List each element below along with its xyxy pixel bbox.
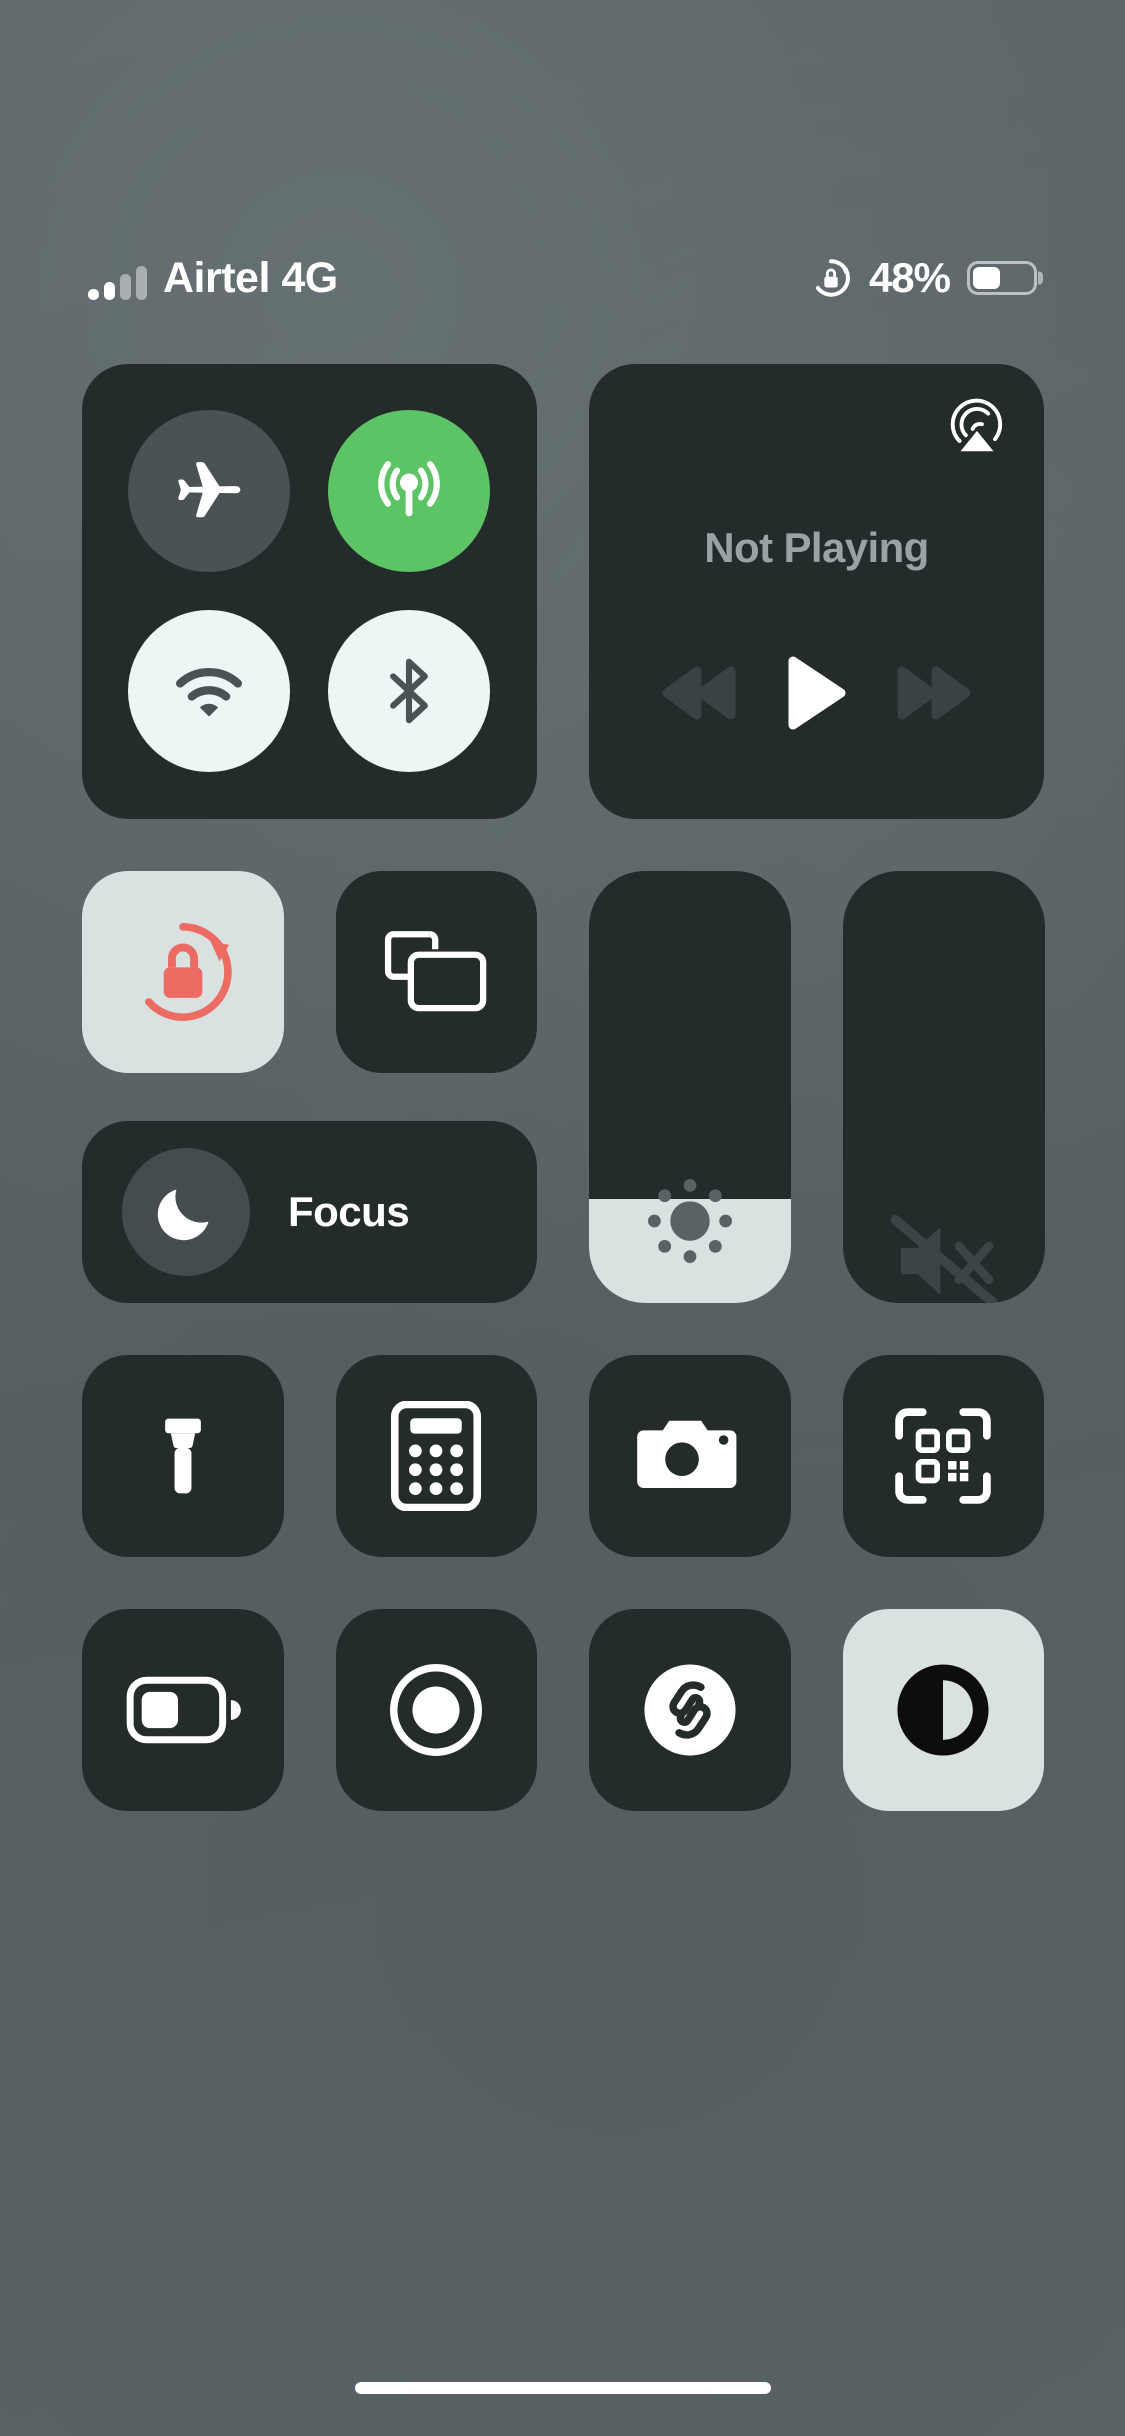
flashlight-icon bbox=[164, 1418, 201, 1494]
home-indicator[interactable] bbox=[354, 2382, 771, 2394]
calculator-button[interactable] bbox=[335, 1355, 537, 1557]
moon-icon bbox=[157, 1189, 209, 1241]
battery-icon bbox=[126, 1676, 241, 1744]
fast-forward-icon[interactable] bbox=[897, 664, 971, 722]
airplay-icon[interactable] bbox=[946, 396, 1008, 458]
shazam-icon bbox=[644, 1664, 736, 1756]
control-center-grid: Not Playing Focus bbox=[82, 364, 1045, 1811]
rotation-lock-icon bbox=[815, 259, 850, 297]
row-2-left-column: Focus bbox=[82, 871, 537, 1303]
bluetooth-toggle[interactable] bbox=[328, 610, 490, 772]
focus-label: Focus bbox=[288, 1188, 410, 1235]
battery-icon bbox=[967, 261, 1037, 295]
wifi-toggle[interactable] bbox=[128, 610, 290, 772]
rotation-lock-icon bbox=[144, 923, 232, 1021]
cellular-data-toggle[interactable] bbox=[328, 410, 490, 572]
calculator-icon bbox=[391, 1401, 482, 1511]
focus-icon-circle bbox=[122, 1148, 250, 1276]
qr-code-icon bbox=[895, 1408, 992, 1504]
status-bar: Airtel 4G 48% bbox=[0, 248, 1125, 308]
low-power-mode-toggle[interactable] bbox=[82, 1609, 284, 1811]
control-center-row-1: Not Playing bbox=[82, 364, 1044, 819]
wifi-icon bbox=[176, 668, 242, 717]
dark-mode-icon bbox=[897, 1664, 989, 1756]
control-center-row-2: Focus bbox=[82, 871, 1045, 1303]
record-icon bbox=[390, 1664, 483, 1756]
connectivity-module[interactable] bbox=[82, 364, 537, 819]
control-center-row-4 bbox=[82, 1609, 1044, 1811]
screen-recording-toggle[interactable] bbox=[335, 1609, 537, 1811]
brightness-slider[interactable] bbox=[589, 871, 791, 1303]
rotation-lock-toggle[interactable] bbox=[82, 871, 284, 1073]
sliders-group bbox=[589, 871, 1045, 1303]
camera-icon bbox=[636, 1420, 737, 1488]
flashlight-toggle[interactable] bbox=[82, 1355, 284, 1557]
control-center-screen: Airtel 4G 48% Not Playing Focus bbox=[0, 0, 1125, 2436]
carrier-label: Airtel 4G bbox=[163, 253, 338, 302]
cellular-signal-bars-icon bbox=[88, 265, 147, 300]
volume-mute-icon bbox=[890, 1214, 998, 1303]
status-bar-right: 48% bbox=[810, 257, 1037, 299]
shazam-button[interactable] bbox=[589, 1609, 791, 1811]
qr-scanner-button[interactable] bbox=[842, 1355, 1044, 1557]
now-playing-title: Not Playing bbox=[704, 524, 929, 571]
rewind-icon[interactable] bbox=[662, 664, 736, 722]
focus-toggle[interactable]: Focus bbox=[82, 1121, 537, 1303]
media-controls bbox=[589, 656, 1044, 730]
dark-mode-toggle[interactable] bbox=[842, 1609, 1044, 1811]
screen-mirroring-toggle[interactable] bbox=[335, 871, 537, 1073]
airplane-mode-toggle[interactable] bbox=[128, 410, 290, 572]
status-bar-left: Airtel 4G bbox=[88, 253, 338, 302]
battery-percent-label: 48% bbox=[868, 254, 951, 301]
battery-fill bbox=[973, 267, 1001, 289]
now-playing-module[interactable]: Not Playing bbox=[589, 364, 1044, 819]
airplane-icon bbox=[178, 462, 241, 518]
control-center-row-3 bbox=[82, 1355, 1044, 1557]
camera-button[interactable] bbox=[589, 1355, 791, 1557]
volume-slider[interactable] bbox=[843, 871, 1045, 1303]
play-icon[interactable] bbox=[785, 656, 847, 730]
toggle-pair bbox=[82, 871, 537, 1073]
cellular-antenna-icon bbox=[378, 461, 440, 517]
screen-mirroring-icon bbox=[385, 931, 487, 1012]
bluetooth-icon bbox=[390, 658, 428, 724]
brightness-icon bbox=[648, 1179, 732, 1263]
